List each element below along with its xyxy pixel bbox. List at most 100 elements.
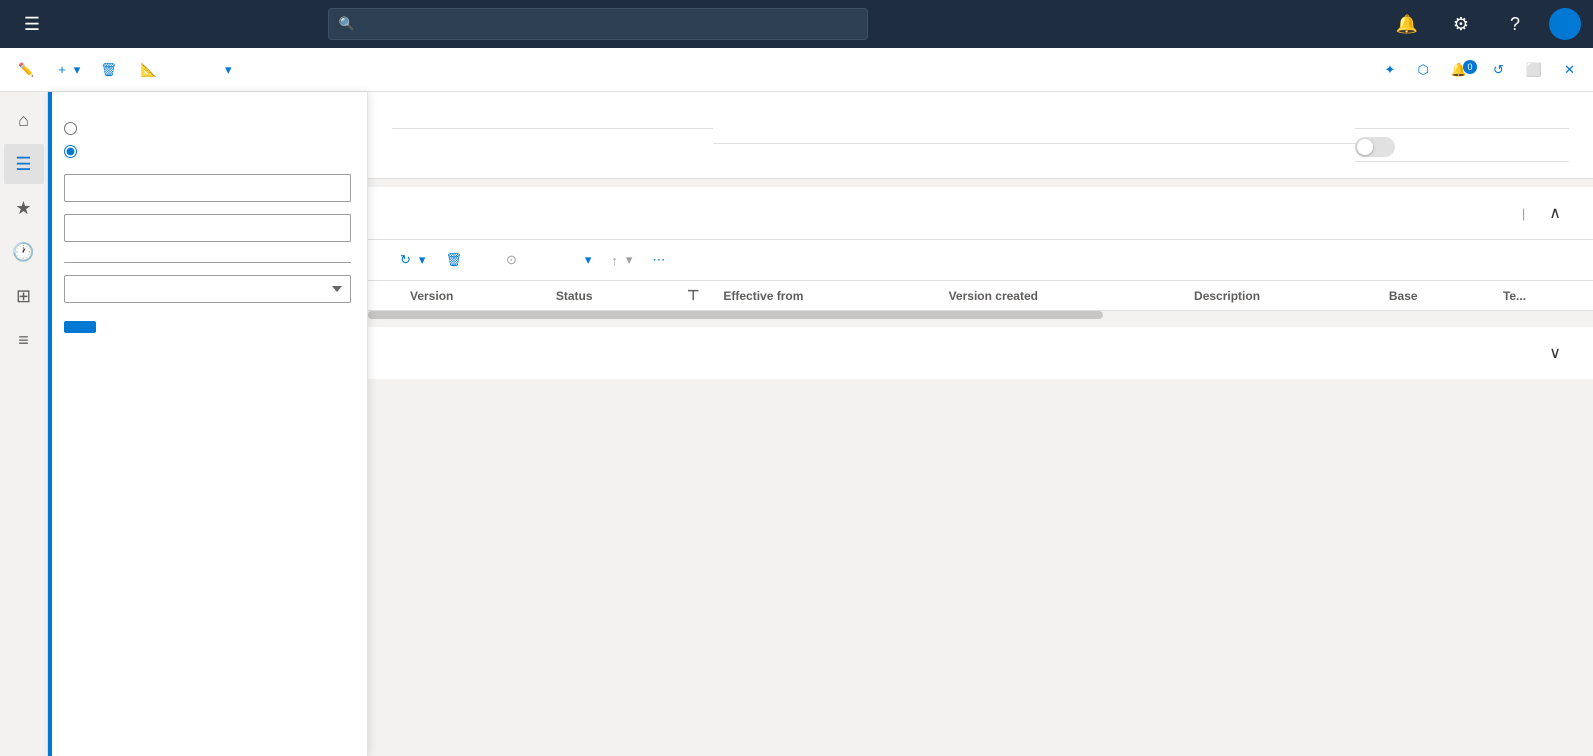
iso-section: ∨ bbox=[368, 327, 1593, 379]
col-version[interactable]: Version bbox=[398, 281, 544, 311]
name-config-field bbox=[392, 120, 713, 162]
exchange-chevron-icon: ▾ bbox=[225, 62, 232, 78]
description-config-field bbox=[713, 120, 1034, 162]
option-group bbox=[64, 120, 351, 158]
col-version-created[interactable]: Version created bbox=[937, 281, 1182, 311]
col-base[interactable]: Base bbox=[1377, 281, 1491, 311]
notifications-badge-button[interactable]: 🔔0 bbox=[1443, 58, 1479, 82]
search-icon: 🔍 bbox=[339, 16, 355, 32]
list-button[interactable]: ☰ bbox=[4, 144, 44, 184]
refresh-button[interactable]: ↺ bbox=[1485, 58, 1512, 82]
versions-meta: | ∧ bbox=[1514, 199, 1569, 227]
main-content-area: | ∧ ↻ ▾ 🗑 ⊙ bbox=[368, 92, 1593, 756]
delete-button[interactable]: 🗑 bbox=[92, 58, 129, 82]
create-configuration-submit-button[interactable] bbox=[64, 321, 96, 333]
compare-with-draft-button[interactable]: ⊙ bbox=[498, 248, 529, 272]
upload-into-repository-button[interactable]: ↑ ▾ bbox=[603, 248, 640, 272]
horizontal-scrollbar[interactable] bbox=[368, 311, 1593, 319]
dashboard-button[interactable]: ⊞ bbox=[4, 276, 44, 316]
help-button[interactable]: ? bbox=[1495, 4, 1535, 44]
avatar[interactable] bbox=[1549, 8, 1581, 40]
default-mapping-row bbox=[1355, 137, 1569, 162]
chevron-down-icon: ▾ bbox=[74, 62, 81, 78]
home-button[interactable]: ⌂ bbox=[4, 100, 44, 140]
country-config-field bbox=[1034, 120, 1355, 162]
description-field bbox=[64, 214, 351, 242]
name-config-value bbox=[392, 124, 713, 129]
compare-icon: ⊙ bbox=[506, 252, 517, 268]
secondary-toolbar: ✏️ + ▾ 🗑 📐 ▾ ✦ ⬡ 🔔0 ↺ ⬜ ✕ bbox=[0, 48, 1593, 92]
delete-icon: 🗑 bbox=[100, 62, 117, 78]
target-model-select[interactable] bbox=[64, 275, 351, 303]
hamburger-menu-button[interactable]: ☰ bbox=[12, 4, 52, 44]
config-provider-field bbox=[64, 254, 351, 263]
get-this-version-button[interactable] bbox=[478, 256, 494, 264]
versions-delete-button[interactable]: 🗑 bbox=[437, 248, 474, 272]
create-configuration-button[interactable]: + ▾ bbox=[50, 58, 88, 82]
upload-chevron-icon: ▾ bbox=[626, 252, 633, 268]
designer-button[interactable]: 📐 bbox=[133, 58, 169, 82]
config-fields bbox=[392, 120, 1569, 162]
iso-collapse-button[interactable]: ∨ bbox=[1541, 339, 1569, 367]
edit-button[interactable]: ✏️ bbox=[10, 58, 46, 82]
more-options-button[interactable]: ⋯ bbox=[644, 248, 673, 272]
close-button[interactable]: ✕ bbox=[1556, 58, 1583, 82]
target-model-field bbox=[64, 275, 351, 303]
description-input[interactable] bbox=[64, 214, 351, 242]
versions-header: | ∧ bbox=[368, 187, 1593, 240]
versions-table: Version Status ⊤ Effective from Version … bbox=[368, 281, 1593, 311]
notification-button[interactable]: 🔔 bbox=[1387, 4, 1427, 44]
exchange-button[interactable]: ▾ bbox=[213, 58, 240, 82]
radio-derive-input[interactable] bbox=[64, 145, 77, 158]
col-status[interactable]: Status bbox=[544, 281, 675, 311]
maximize-button[interactable]: ⬜ bbox=[1518, 58, 1550, 82]
exchange-chevron-2-icon: ▾ bbox=[585, 252, 592, 268]
col-te: Te... bbox=[1491, 281, 1593, 311]
star-button[interactable]: ★ bbox=[4, 188, 44, 228]
validate-button[interactable] bbox=[173, 66, 189, 74]
open-new-window-button[interactable]: ⬡ bbox=[1409, 58, 1436, 82]
create-configuration-panel bbox=[48, 92, 368, 756]
config-provider-value bbox=[64, 254, 351, 263]
change-status-button[interactable]: ↻ ▾ bbox=[392, 248, 433, 272]
sidebar-icons: ⌂ ☰ ★ 🕐 ⊞ ≡ bbox=[0, 92, 48, 756]
version-separator: | bbox=[1522, 206, 1525, 221]
radio-derive-item bbox=[64, 143, 351, 158]
versions-exchange-button[interactable]: ▾ bbox=[573, 248, 600, 272]
rebase-button[interactable] bbox=[553, 256, 569, 264]
nav-right: 🔔 ⚙ ? bbox=[1373, 4, 1581, 44]
default-mapping-toggle[interactable] bbox=[1355, 137, 1395, 157]
recent-button[interactable]: 🕐 bbox=[4, 232, 44, 272]
provider-config-value[interactable] bbox=[1355, 124, 1569, 129]
scroll-bar-thumb[interactable] bbox=[368, 311, 1103, 319]
description-config-value bbox=[713, 124, 1034, 144]
radio-root-item bbox=[64, 120, 351, 135]
panel-accent bbox=[48, 92, 52, 756]
name-input[interactable] bbox=[64, 174, 351, 202]
versions-run-button[interactable] bbox=[533, 256, 549, 264]
col-filter[interactable]: ⊤ bbox=[675, 281, 711, 311]
options-button[interactable] bbox=[264, 66, 280, 74]
col-re bbox=[368, 281, 398, 311]
settings-button[interactable]: ⚙ bbox=[1441, 4, 1481, 44]
run-button[interactable] bbox=[193, 66, 209, 74]
change-status-chevron: ▾ bbox=[419, 252, 426, 268]
toggle-thumb bbox=[1357, 139, 1373, 155]
search-bar[interactable]: 🔍 bbox=[328, 8, 868, 40]
country-config-value bbox=[1034, 124, 1355, 144]
collapse-versions-button[interactable]: ∧ bbox=[1541, 199, 1569, 227]
radio-root-input[interactable] bbox=[64, 122, 77, 135]
edit-icon: ✏️ bbox=[18, 62, 34, 78]
versions-section: | ∧ ↻ ▾ 🗑 ⊙ bbox=[368, 187, 1593, 319]
designer-icon: 📐 bbox=[141, 62, 157, 78]
col-description[interactable]: Description bbox=[1182, 281, 1377, 311]
top-nav: ☰ 🔍 🔔 ⚙ ? bbox=[0, 0, 1593, 48]
change-status-icon: ↻ bbox=[400, 252, 411, 268]
personalize-button[interactable]: ✦ bbox=[1377, 58, 1404, 82]
versions-delete-icon: 🗑 bbox=[445, 252, 462, 268]
name-field bbox=[64, 174, 351, 202]
reports-button[interactable]: ≡ bbox=[4, 320, 44, 360]
configurations-button[interactable] bbox=[244, 66, 260, 74]
filter-icon: ⊤ bbox=[687, 287, 699, 303]
col-effective-from[interactable]: Effective from bbox=[711, 281, 936, 311]
